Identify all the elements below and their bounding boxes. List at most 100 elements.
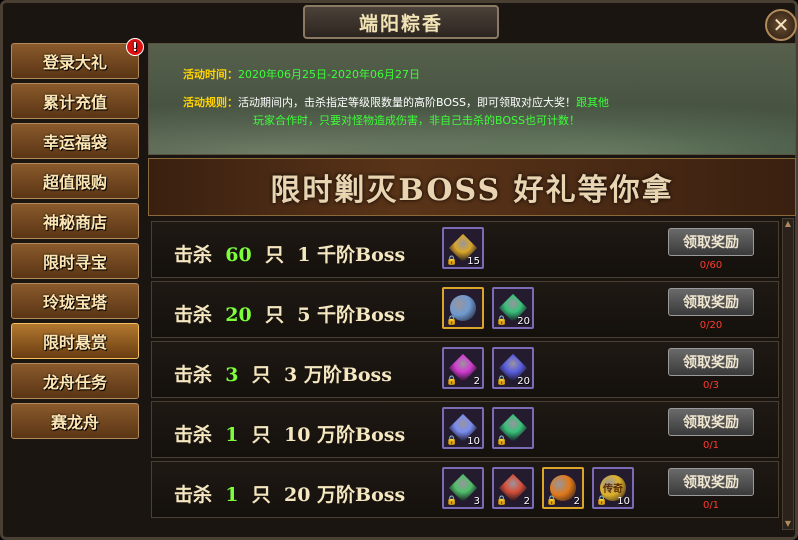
sidebar-item-label: 玲珑宝塔 [42,293,107,312]
time-value: 2020年06月25日-2020年06月27日 [238,68,420,81]
kill-count: 3 [225,364,239,386]
kill-unit: 只 [264,304,284,326]
reward-item-slot[interactable]: 🔒 20 [492,347,534,389]
kill-count: 1 [225,424,239,446]
event-rule-line: 活动规则：活动期间内，击杀指定等级限数量的高阶BOSS，即可领取对应大奖！跟其他 [183,94,683,112]
sidebar-item-label: 龙舟任务 [42,373,107,392]
rule-highlight-1: 跟其他 [575,96,609,109]
reward-row: 击杀 3 只 3 万阶Boss 🔒 2 🔒 20 领取奖励 0/3 [151,341,779,398]
scroll-down-icon[interactable]: ▼ [783,519,793,529]
progress-text: 0/1 [702,440,720,451]
bound-lock-icon: 🔒 [446,376,458,386]
kill-label: 击杀 [174,304,213,326]
kill-label: 击杀 [174,484,213,506]
bound-lock-icon: 🔒 [496,376,508,386]
sidebar-item-5[interactable]: 限时寻宝 [11,243,139,279]
kill-count: 1 [225,484,239,506]
rule-text: 活动期间内，击杀指定等级限数量的高阶BOSS，即可领取对应大奖！ [238,96,576,109]
kill-condition: 击杀 1 只 10 万阶Boss [174,420,405,447]
sidebar-item-1[interactable]: 累计充值 [11,83,139,119]
bound-lock-icon: 🔒 [446,496,458,506]
boss-rank: 千阶Boss [317,304,406,326]
reward-item-slot[interactable]: 🔒 2 [542,467,584,509]
bound-lock-icon: 🔒 [496,436,508,446]
reward-row: 击杀 1 只 20 万阶Boss 🔒 3 🔒 2 🔒 2 传奇 🔒 10 领取奖励 0/1 [151,461,779,518]
claim-reward-button[interactable]: 领取奖励 [668,228,754,256]
scrollbar[interactable]: ▲ ▼ [782,218,794,530]
sidebar-item-label: 幸运福袋 [42,133,107,152]
sidebar-item-0[interactable]: 登录大礼! [11,38,144,79]
kill-condition: 击杀 1 只 20 万阶Boss [174,480,405,507]
sidebar-item-9[interactable]: 赛龙舟 [11,403,139,439]
sidebar-item-8[interactable]: 龙舟任务 [11,363,139,399]
bound-lock-icon: 🔒 [446,256,458,266]
kill-label: 击杀 [174,244,213,266]
bound-lock-icon: 🔒 [496,316,508,326]
item-count: 2 [523,496,530,507]
kill-count: 60 [225,244,252,266]
close-button[interactable]: ✕ [765,9,797,41]
reward-item-slot[interactable]: 🔒 3 [442,467,484,509]
progress-text: 0/20 [699,320,723,331]
scroll-up-icon[interactable]: ▲ [783,219,793,229]
progress-text: 0/1 [702,500,720,511]
sidebar: 登录大礼! 累计充值幸运福袋超值限购神秘商店限时寻宝玲珑宝塔限时悬赏龙舟任务赛龙舟 [11,38,144,443]
sidebar-item-label: 限时悬赏 [42,333,107,352]
sidebar-item-label: 赛龙舟 [50,413,99,432]
reward-item-slot[interactable]: 🔒 15 [442,227,484,269]
sidebar-item-6[interactable]: 玲珑宝塔 [11,283,139,319]
coin-text: 传奇 [603,484,623,495]
boss-tier: 10 [283,424,311,446]
rule-highlight-2: 玩家合作时，只要对怪物造成伤害，非自己击杀的BOSS也可计数！ [253,114,580,127]
progress-text: 0/3 [702,380,720,391]
item-count: 20 [517,316,530,327]
reward-item-slot[interactable]: 🔒 2 [442,347,484,389]
sidebar-item-3[interactable]: 超值限购 [11,163,139,199]
claim-reward-button[interactable]: 领取奖励 [668,408,754,436]
kill-unit: 只 [251,484,271,506]
reward-item-slot[interactable]: 🔒 10 [442,407,484,449]
kill-count: 20 [225,304,252,326]
sidebar-item-label: 登录大礼 [42,53,107,72]
sidebar-item-7[interactable]: 限时悬赏 [11,323,139,359]
alert-badge: ! [126,38,144,56]
item-count: 15 [467,256,480,267]
progress-text: 0/60 [699,260,723,271]
sidebar-item-label: 超值限购 [42,173,107,192]
sidebar-item-4[interactable]: 神秘商店 [11,203,139,239]
reward-item-slot[interactable]: 🔒 20 [492,287,534,329]
reward-item-slot[interactable]: 🔒 2 [492,467,534,509]
banner-text: 限时剿灭BOSS 好礼等你拿 [270,173,674,208]
kill-condition: 击杀 3 只 3 万阶Boss [174,360,392,387]
sidebar-item-label: 神秘商店 [42,213,107,232]
claim-reward-button[interactable]: 领取奖励 [668,348,754,376]
item-count: 10 [617,496,630,507]
reward-items: 🔒 15 [442,227,484,269]
reward-item-slot[interactable]: 传奇 🔒 10 [592,467,634,509]
event-rule-line-2: 玩家合作时，只要对怪物造成伤害，非自己击杀的BOSS也可计数！ [253,112,580,130]
boss-tier: 20 [283,484,311,506]
reward-item-slot[interactable]: 🔒 [492,407,534,449]
reward-item-slot[interactable]: 🔒 [442,287,484,329]
kill-condition: 击杀 20 只 5 千阶Boss [174,300,405,327]
reward-items: 🔒 3 🔒 2 🔒 2 传奇 🔒 10 [442,467,634,509]
title-bar: 端阳粽香 [303,5,499,39]
bound-lock-icon: 🔒 [596,496,608,506]
time-label: 活动时间： [183,68,238,81]
kill-label: 击杀 [174,364,213,386]
sidebar-item-label: 累计充值 [42,93,107,112]
claim-reward-button[interactable]: 领取奖励 [668,288,754,316]
boss-rank: 万阶Boss [303,364,392,386]
sidebar-item-label: 限时寻宝 [42,253,107,272]
item-count: 3 [473,496,480,507]
reward-row: 击杀 20 只 5 千阶Boss 🔒 🔒 20 领取奖励 0/20 [151,281,779,338]
claim-reward-button[interactable]: 领取奖励 [668,468,754,496]
window-title: 端阳粽香 [358,12,443,35]
reward-row: 击杀 60 只 1 千阶Boss 🔒 15 领取奖励 0/60 [151,221,779,278]
reward-items: 🔒 2 🔒 20 [442,347,534,389]
boss-rank: 千阶Boss [317,244,406,266]
reward-items: 🔒 🔒 20 [442,287,534,329]
boss-tier: 5 [297,304,311,326]
sidebar-item-2[interactable]: 幸运福袋 [11,123,139,159]
kill-unit: 只 [251,364,271,386]
